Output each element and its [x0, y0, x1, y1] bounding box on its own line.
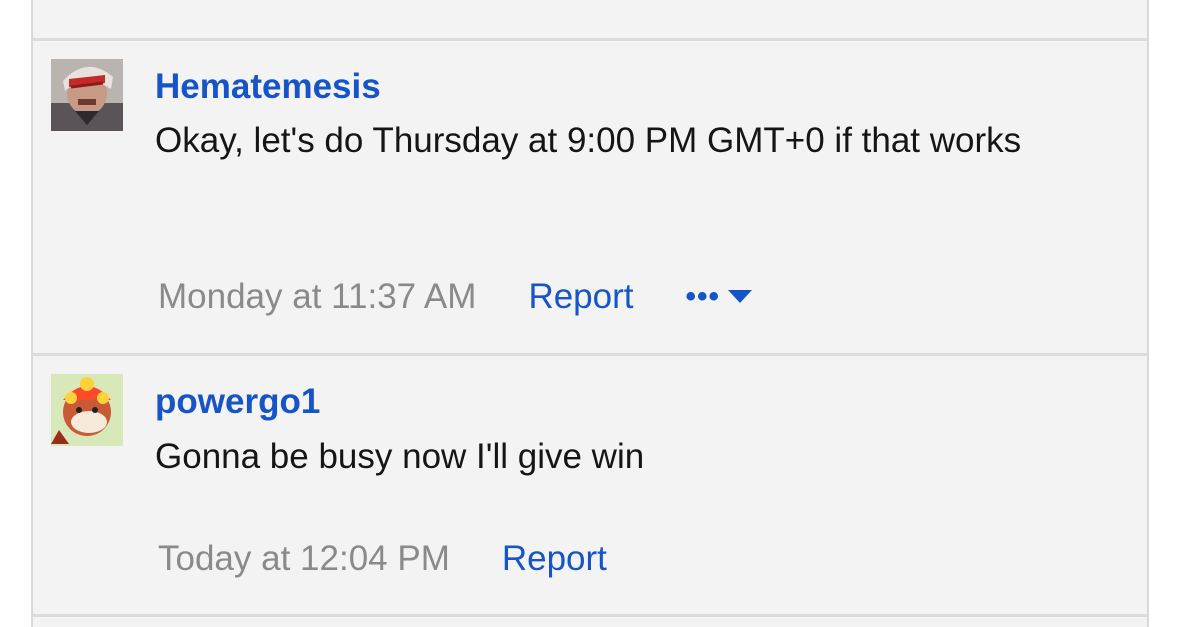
message-text: Okay, let's do Thursday at 9:00 PM GMT+0… [155, 121, 1022, 160]
hematemesis-avatar-image [51, 59, 123, 131]
post-meta: Monday at 11:37 AM Report ••• [158, 277, 753, 317]
more-actions-menu[interactable]: ••• [686, 280, 753, 314]
message-text: Gonna be busy now I'll give win [155, 437, 645, 476]
username-link[interactable]: Hematemesis [155, 67, 381, 107]
dropdown-caret-icon [728, 290, 753, 303]
powergo1-avatar-image [51, 374, 123, 446]
avatar[interactable] [51, 374, 123, 446]
username-link[interactable]: powergo1 [155, 382, 320, 422]
avatar[interactable] [51, 59, 123, 131]
timestamp[interactable]: Monday at 11:37 AM [158, 277, 476, 317]
post-divider [33, 614, 1147, 617]
report-button[interactable]: Report [502, 539, 607, 579]
post-meta: Today at 12:04 PM Report [158, 539, 607, 579]
post-hematemesis: Hematemesis Okay, let's do Thursday at 9… [33, 41, 1147, 353]
post-powergo1: powergo1 Gonna be busy now I'll give win… [33, 356, 1147, 614]
more-dots-icon: ••• [685, 280, 721, 313]
report-button[interactable]: Report [528, 277, 633, 317]
message-thread: Hematemesis Okay, let's do Thursday at 9… [31, 0, 1149, 627]
timestamp[interactable]: Today at 12:04 PM [158, 539, 450, 579]
